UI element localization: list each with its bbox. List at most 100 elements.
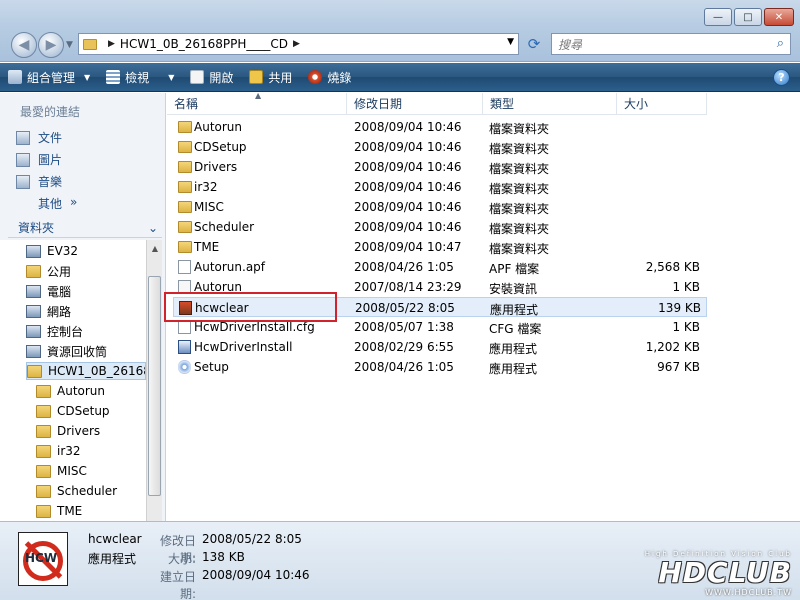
- help-button[interactable]: ?: [773, 69, 790, 86]
- folders-header[interactable]: 資料夾 ⌄: [8, 218, 162, 238]
- scroll-up-icon[interactable]: ▲: [147, 240, 163, 256]
- details-size-label: 大小:: [167, 552, 196, 566]
- folder-tree: EV32 公用電腦網路控制台資源回收筒 HCW1_0B_26168I Autorun C…: [0, 240, 146, 521]
- file-type: 檔案資料夾: [489, 222, 550, 236]
- file-date: 2008/09/04 10:47: [354, 240, 462, 254]
- folder-icon: [36, 484, 51, 498]
- folder-icon: [26, 264, 41, 278]
- tree-item[interactable]: Drivers: [36, 422, 146, 440]
- file-row[interactable]: MISC 2008/09/04 10:46 檔案資料夾: [173, 197, 707, 217]
- chevron-right-icon[interactable]: ▶: [293, 39, 300, 49]
- tree-item[interactable]: Autorun: [36, 382, 146, 400]
- tree-item[interactable]: MISC: [36, 462, 146, 480]
- file-type: 檔案資料夾: [489, 162, 550, 176]
- folder-icon: [178, 221, 192, 233]
- organize-label: 組合管理: [27, 70, 76, 85]
- column-header-type[interactable]: 類型: [483, 93, 617, 115]
- tree-item[interactable]: ir32: [36, 442, 146, 460]
- burn-button[interactable]: 燒錄: [300, 63, 359, 92]
- search-input[interactable]: 搜尋 ⌕: [551, 33, 791, 55]
- file-size: 1 KB: [672, 280, 700, 294]
- file-row[interactable]: TME 2008/09/04 10:47 檔案資料夾: [173, 237, 707, 257]
- details-size-value: 138 KB: [202, 550, 245, 564]
- favorite-link-music[interactable]: 音樂: [16, 173, 62, 190]
- tree-item-label: 電腦: [47, 284, 72, 299]
- file-type: APF 檔案: [489, 262, 540, 276]
- tree-item[interactable]: HCW1_0B_26168I: [26, 362, 146, 380]
- column-header-name[interactable]: 名稱 ▲: [167, 91, 347, 115]
- close-button[interactable]: ✕: [764, 8, 794, 26]
- tree-item[interactable]: 資源回收筒: [26, 342, 146, 360]
- refresh-button[interactable]: ⟳: [521, 33, 547, 55]
- folder-icon: [178, 181, 192, 193]
- command-bar: 組合管理 ▼ 檢視 ▼ 開啟 共用 燒錄 ?: [0, 63, 800, 92]
- file-date: 2008/05/07 1:38: [354, 320, 454, 334]
- back-button[interactable]: ◀: [11, 32, 37, 58]
- file-row[interactable]: Drivers 2008/09/04 10:46 檔案資料夾: [173, 157, 707, 177]
- folder-icon: [83, 38, 97, 50]
- file-row[interactable]: Autorun.apf 2008/04/26 1:05 APF 檔案 2,568 KB: [173, 257, 707, 277]
- tree-item[interactable]: CDSetup: [36, 402, 146, 420]
- search-icon[interactable]: ⌕: [777, 36, 784, 51]
- folder-icon: [36, 384, 51, 398]
- more-links-label: 其他: [38, 197, 63, 211]
- maximize-button[interactable]: □: [734, 8, 762, 26]
- system-location-icon: [26, 344, 41, 358]
- more-links-button[interactable]: 其他 »: [38, 195, 77, 212]
- tree-item-label: TME: [57, 504, 83, 518]
- column-header-size[interactable]: 大小: [617, 93, 707, 115]
- file-row[interactable]: Scheduler 2008/09/04 10:46 檔案資料夾: [173, 217, 707, 237]
- scrollbar-thumb[interactable]: [148, 276, 161, 496]
- favorite-link-pictures[interactable]: 圖片: [16, 151, 62, 168]
- details-created-value: 2008/09/04 10:46: [202, 568, 310, 582]
- burn-disc-icon: [308, 70, 323, 84]
- file-name: Setup: [194, 360, 229, 374]
- organize-button[interactable]: 組合管理 ▼: [0, 63, 98, 92]
- address-bar[interactable]: ▶ HCW1_0B_26168PPH____CD ▶ ▼: [78, 33, 519, 55]
- recent-pages-dropdown[interactable]: ▼: [66, 40, 73, 50]
- file-name: HcwDriverInstall.cfg: [194, 320, 315, 334]
- breadcrumb-current[interactable]: HCW1_0B_26168PPH____CD: [120, 37, 288, 51]
- file-date: 2007/08/14 23:29: [354, 280, 462, 294]
- system-location-icon: [26, 304, 41, 318]
- file-row[interactable]: Autorun 2008/09/04 10:46 檔案資料夾: [173, 117, 707, 137]
- views-icon: [106, 70, 121, 84]
- file-row[interactable]: HcwDriverInstall 2008/02/29 6:55 應用程式 1,202…: [173, 337, 707, 357]
- tree-item-label: Autorun: [57, 384, 106, 398]
- file-date: 2008/09/04 10:46: [354, 120, 462, 134]
- folder-icon: [36, 444, 51, 458]
- tree-item[interactable]: 網路: [26, 302, 146, 320]
- tree-item[interactable]: Scheduler: [36, 482, 146, 500]
- file-name: HcwDriverInstall: [194, 340, 293, 354]
- file-type: 應用程式: [489, 362, 538, 376]
- file-row[interactable]: CDSetup 2008/09/04 10:46 檔案資料夾: [173, 137, 707, 157]
- tree-item[interactable]: 電腦: [26, 282, 146, 300]
- address-dropdown-icon[interactable]: ▼: [507, 37, 514, 47]
- tree-item[interactable]: TME: [36, 502, 146, 520]
- minimize-button[interactable]: —: [704, 8, 732, 26]
- open-button[interactable]: 開啟: [182, 63, 241, 92]
- views-button[interactable]: 檢視 ▼: [98, 63, 182, 92]
- tree-item-label: Drivers: [57, 424, 101, 438]
- column-header-label: 大小: [624, 97, 649, 111]
- tree-item[interactable]: 控制台: [26, 322, 146, 340]
- double-chevron-right-icon: »: [70, 195, 78, 209]
- tree-item-label: ir32: [57, 444, 81, 458]
- chevron-right-icon[interactable]: ▶: [108, 39, 115, 49]
- pictures-icon: [16, 152, 30, 167]
- favorite-link-label: 圖片: [38, 153, 63, 167]
- folder-icon: [36, 504, 51, 518]
- chevron-down-icon: ▼: [84, 72, 91, 82]
- share-button[interactable]: 共用: [241, 63, 300, 92]
- system-location-icon: [26, 324, 41, 338]
- favorite-link-documents[interactable]: 文件: [16, 129, 62, 146]
- file-row[interactable]: Setup 2008/04/26 1:05 應用程式 967 KB: [173, 357, 707, 377]
- tree-item-label: 控制台: [47, 324, 84, 339]
- column-header-date[interactable]: 修改日期: [347, 93, 483, 115]
- file-date: 2008/09/04 10:46: [354, 200, 462, 214]
- tree-item[interactable]: 公用: [26, 262, 146, 280]
- tree-item[interactable]: EV32: [26, 242, 146, 260]
- details-modified-value: 2008/05/22 8:05: [202, 532, 302, 546]
- file-row[interactable]: ir32 2008/09/04 10:46 檔案資料夾: [173, 177, 707, 197]
- forward-button[interactable]: ▶: [38, 32, 64, 58]
